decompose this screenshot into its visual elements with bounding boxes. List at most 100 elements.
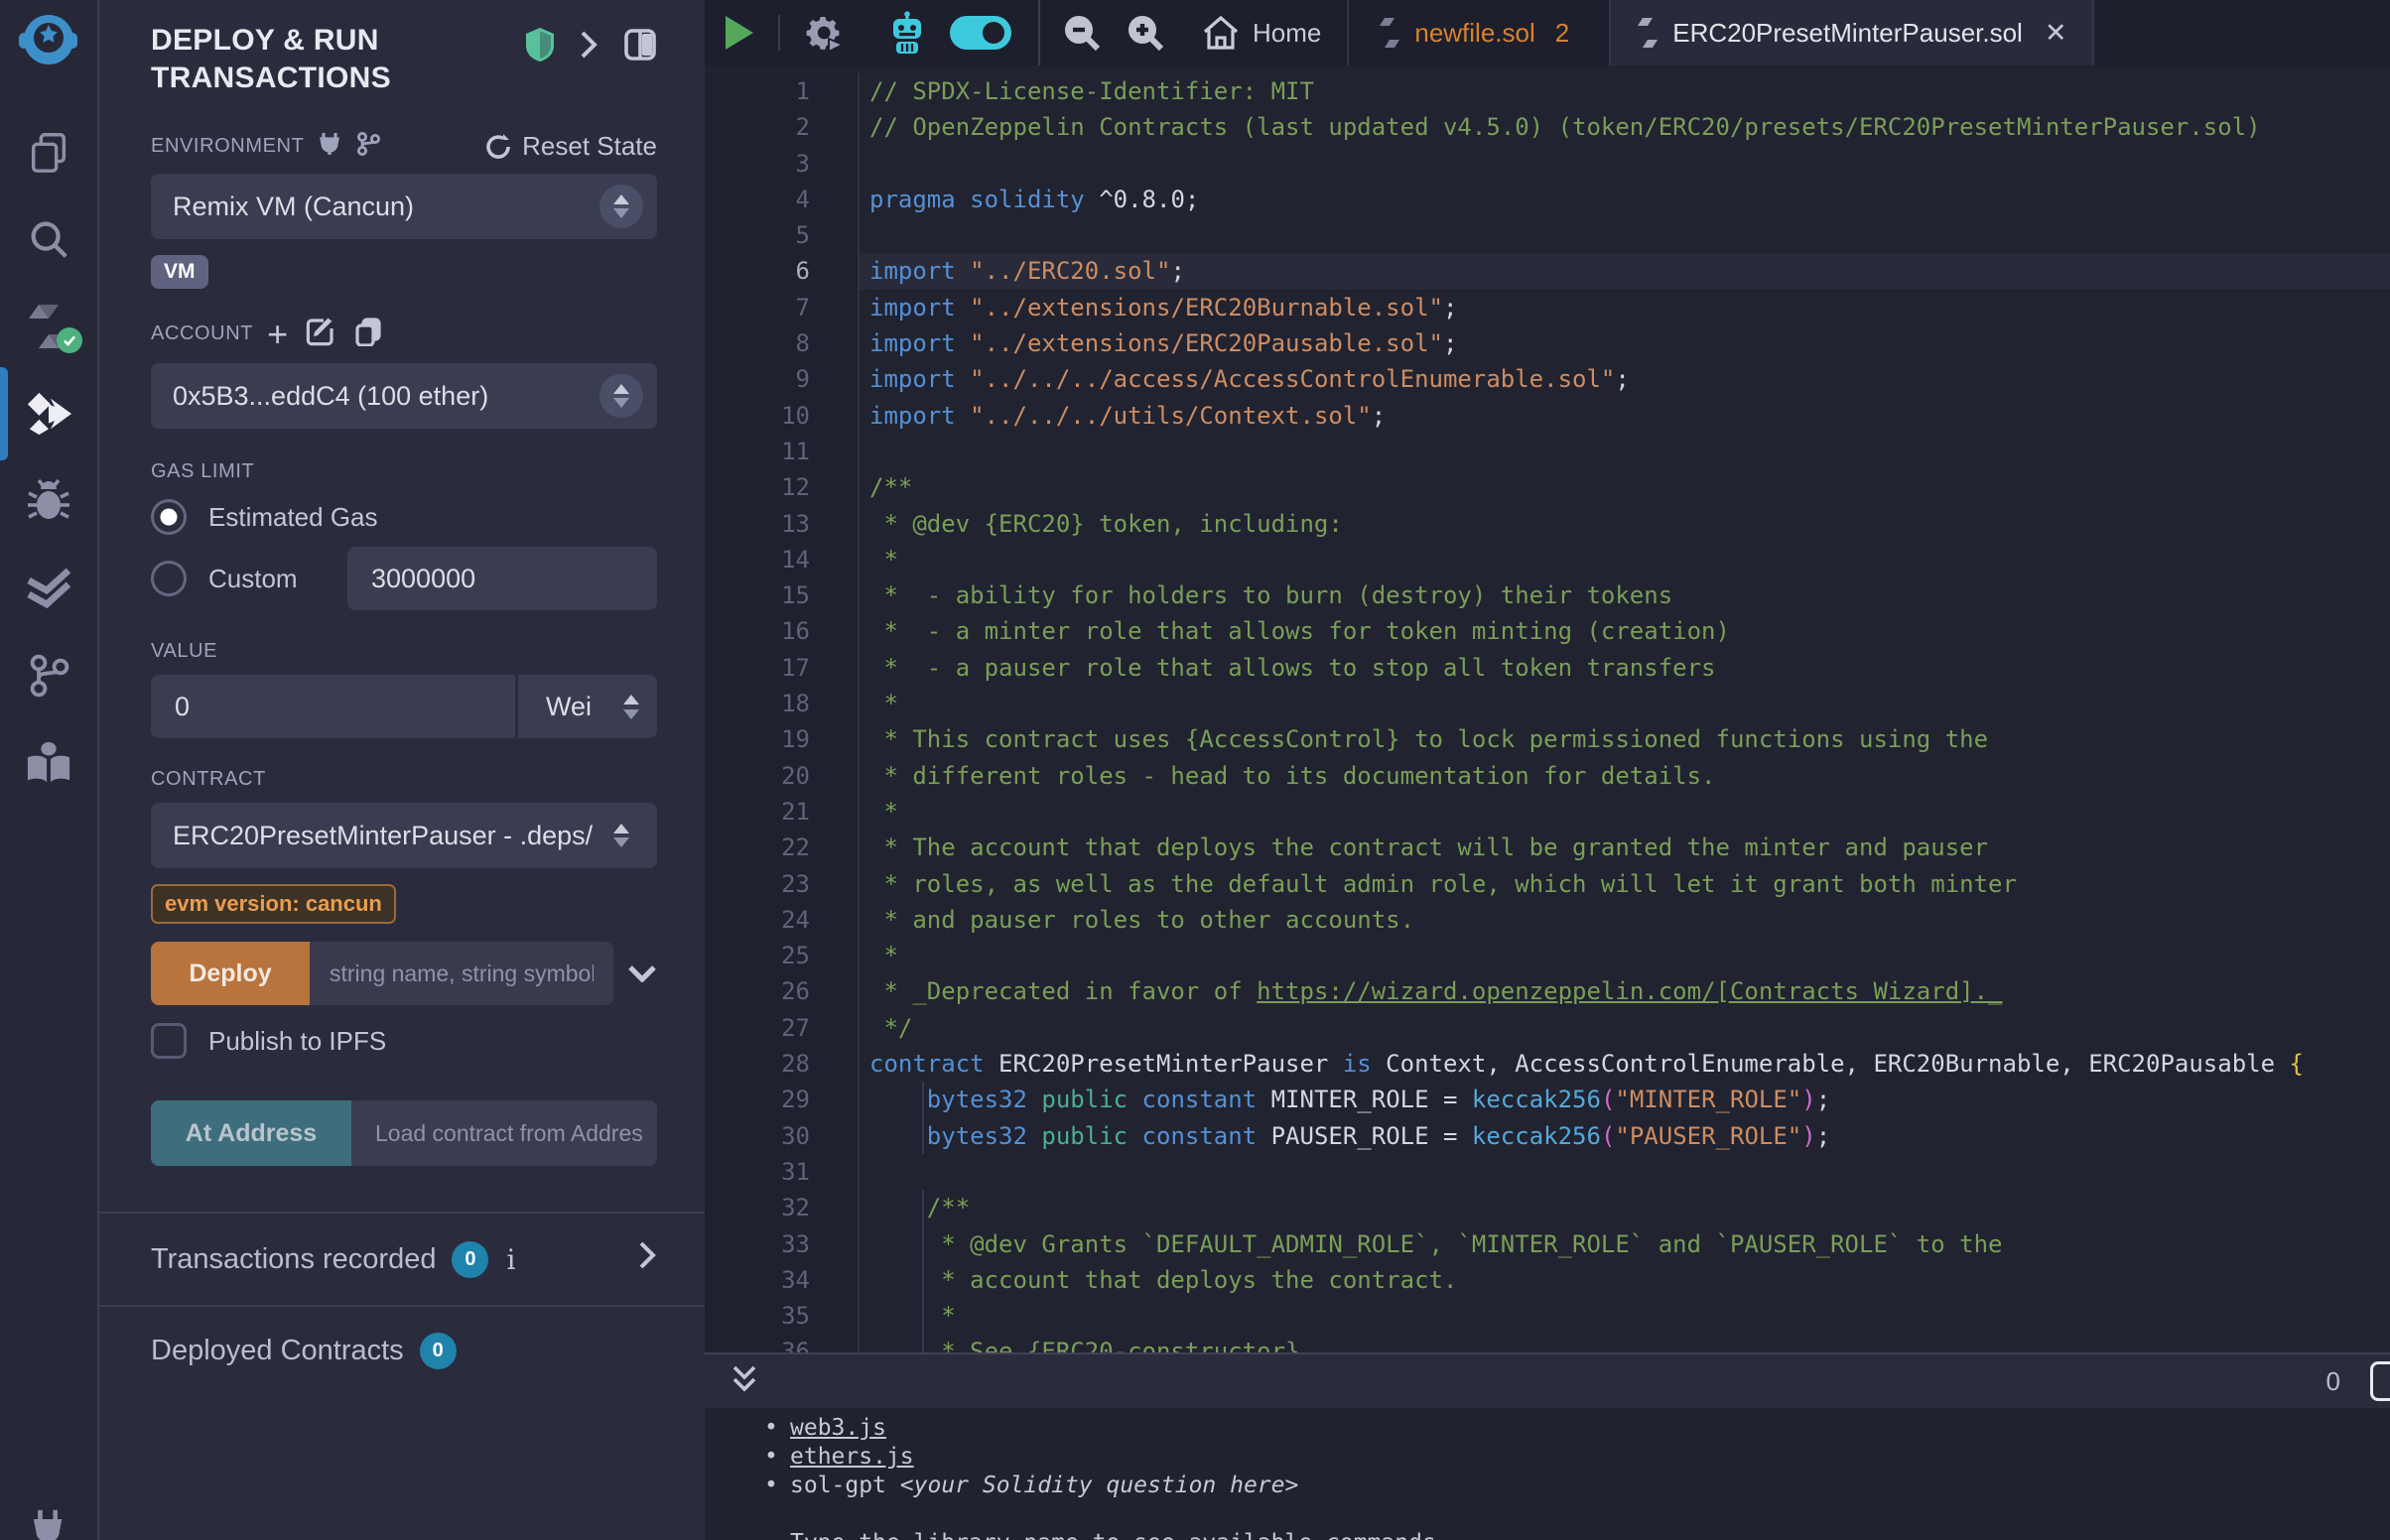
transactions-recorded-label: Transactions recorded <box>151 1243 436 1276</box>
tab-home[interactable]: Home <box>1177 0 1347 65</box>
code-line[interactable]: 1// SPDX-License-Identifier: MIT <box>705 73 2390 109</box>
ai-copilot-button[interactable] <box>862 0 944 65</box>
code-line[interactable]: 17 * - a pauser role that allows to stop… <box>705 650 2390 686</box>
code-line[interactable]: 3 <box>705 146 2390 182</box>
account-select[interactable]: 0x5B3...eddC4 (100 ether) <box>151 363 657 429</box>
estimated-gas-radio[interactable] <box>151 499 187 535</box>
line-number: 31 <box>705 1154 860 1190</box>
custom-gas-input[interactable] <box>347 547 657 610</box>
code-line[interactable]: 4pragma solidity ^0.8.0; <box>705 182 2390 217</box>
deploy-button[interactable]: Deploy <box>151 942 310 1005</box>
code-line[interactable]: 19 * This contract uses {AccessControl} … <box>705 721 2390 757</box>
bug-icon <box>25 477 72 525</box>
code-line[interactable]: 14 * <box>705 542 2390 578</box>
terminal: 0 •web3.js•ethers.js•sol-gpt <your Solid… <box>705 1352 2390 1540</box>
collapse-terminal-icon[interactable] <box>730 1363 758 1400</box>
code-line[interactable]: 27 */ <box>705 1010 2390 1046</box>
code-line[interactable]: 21 * <box>705 794 2390 830</box>
terminal-line <box>764 1500 2390 1529</box>
tab-erc20presetminterpauser[interactable]: ERC20PresetMinterPauser.sol ✕ <box>1609 0 2094 65</box>
code-line[interactable]: 34 * account that deploys the contract. <box>705 1262 2390 1298</box>
code-line[interactable]: 36 * See {ERC20-constructor}. <box>705 1334 2390 1352</box>
code-line[interactable]: 29 bytes32 public constant MINTER_ROLE =… <box>705 1082 2390 1117</box>
code-line[interactable]: 31 <box>705 1154 2390 1190</box>
code-line[interactable]: 2// OpenZeppelin Contracts (last updated… <box>705 109 2390 145</box>
code-line[interactable]: 9import "../../../access/AccessControlEn… <box>705 361 2390 397</box>
code-line[interactable]: 18 * <box>705 686 2390 721</box>
expand-transactions-icon[interactable] <box>637 1239 657 1279</box>
at-address-input[interactable] <box>351 1100 657 1166</box>
line-number: 15 <box>705 578 860 613</box>
code-line[interactable]: 28contract ERC20PresetMinterPauser is Co… <box>705 1046 2390 1082</box>
sidebar-item-learneth[interactable] <box>0 734 98 792</box>
constructor-args-input[interactable] <box>310 942 613 1005</box>
publish-ipfs-checkbox[interactable] <box>151 1023 187 1059</box>
terminal-search-input[interactable] <box>2370 1361 2390 1401</box>
terminal-line: •ethers.js <box>764 1443 2390 1472</box>
zoom-in-button[interactable] <box>1114 0 1177 65</box>
value-input[interactable] <box>151 675 515 738</box>
line-number: 36 <box>705 1334 860 1352</box>
script-config-button[interactable] <box>786 0 862 65</box>
expand-constructor-icon[interactable] <box>627 964 657 982</box>
custom-gas-label: Custom <box>208 564 298 594</box>
code-line[interactable]: 32 /** <box>705 1190 2390 1225</box>
sidebar-item-debugger[interactable] <box>0 472 98 530</box>
run-script-button[interactable] <box>705 0 772 65</box>
sign-message-icon[interactable] <box>306 317 335 351</box>
terminal-output[interactable]: •web3.js•ethers.js•sol-gpt <your Solidit… <box>705 1408 2390 1540</box>
add-account-icon[interactable]: + <box>267 321 288 347</box>
close-tab-icon[interactable]: ✕ <box>2045 18 2067 49</box>
custom-gas-radio[interactable] <box>151 561 187 596</box>
fork-state-icon[interactable] <box>355 131 381 162</box>
zoom-out-button[interactable] <box>1050 0 1114 65</box>
contract-select[interactable]: ERC20PresetMinterPauser - .deps/ <box>151 803 657 868</box>
code-editor[interactable]: 1// SPDX-License-Identifier: MIT2// Open… <box>705 65 2390 1352</box>
line-number: 13 <box>705 506 860 542</box>
environment-select[interactable]: Remix VM (Cancun) <box>151 174 657 239</box>
code-line[interactable]: 6import "../ERC20.sol"; <box>705 253 2390 289</box>
code-line[interactable]: 16 * - a minter role that allows for tok… <box>705 613 2390 649</box>
indent-guide <box>922 1298 924 1334</box>
value-unit-select[interactable]: Wei <box>518 675 657 738</box>
code-line[interactable]: 30 bytes32 public constant PAUSER_ROLE =… <box>705 1118 2390 1154</box>
terminal-link[interactable]: ethers.js <box>790 1444 914 1470</box>
plug-connect-icon[interactable] <box>318 131 341 162</box>
code-line[interactable]: 10import "../../../utils/Context.sol"; <box>705 398 2390 434</box>
at-address-button[interactable]: At Address <box>151 1100 351 1166</box>
code-line[interactable]: 23 * roles, as well as the default admin… <box>705 866 2390 902</box>
code-line[interactable]: 5 <box>705 217 2390 253</box>
code-line[interactable]: 26 * _Deprecated in favor of https://wiz… <box>705 973 2390 1009</box>
code-line[interactable]: 25 * <box>705 938 2390 973</box>
expand-chevron-icon[interactable] <box>580 30 598 64</box>
code-line[interactable]: 12/** <box>705 469 2390 505</box>
sidebar-item-file-explorer[interactable] <box>0 123 98 181</box>
code-line[interactable]: 33 * @dev Grants `DEFAULT_ADMIN_ROLE`, `… <box>705 1226 2390 1262</box>
code-line[interactable]: 11 <box>705 434 2390 469</box>
copy-address-icon[interactable] <box>353 317 383 351</box>
code-line[interactable]: 35 * <box>705 1298 2390 1334</box>
deployed-contracts-row[interactable]: Deployed Contracts 0 <box>151 1307 657 1395</box>
transactions-recorded-row[interactable]: Transactions recorded 0 i <box>151 1214 657 1305</box>
tab-newfile[interactable]: newfile.sol 2 <box>1347 0 1609 65</box>
code-line[interactable]: 22 * The account that deploys the contra… <box>705 830 2390 865</box>
sidebar-item-deploy-run[interactable] <box>0 385 98 443</box>
info-icon[interactable]: i <box>506 1243 515 1276</box>
code-line[interactable]: 8import "../extensions/ERC20Pausable.sol… <box>705 325 2390 361</box>
code-line[interactable]: 24 * and pauser roles to other accounts. <box>705 902 2390 938</box>
pin-panel-icon[interactable] <box>623 28 657 66</box>
code-line[interactable]: 15 * - ability for holders to burn (dest… <box>705 578 2390 613</box>
reset-state-button[interactable]: Reset State <box>484 131 657 162</box>
sidebar-item-search[interactable] <box>0 210 98 268</box>
sidebar-item-solidity-compiler[interactable] <box>0 298 98 355</box>
code-line[interactable]: 20 * different roles - head to its docum… <box>705 758 2390 794</box>
sidebar-item-unit-testing[interactable] <box>0 560 98 617</box>
shield-icon <box>526 28 554 66</box>
remix-logo[interactable] <box>13 8 84 83</box>
terminal-link[interactable]: web3.js <box>790 1415 886 1441</box>
code-line[interactable]: 7import "../extensions/ERC20Burnable.sol… <box>705 290 2390 325</box>
sidebar-item-plugin-partial[interactable] <box>0 1498 99 1540</box>
copilot-toggle[interactable] <box>944 0 1028 65</box>
code-line[interactable]: 13 * @dev {ERC20} token, including: <box>705 506 2390 542</box>
sidebar-item-git[interactable] <box>0 647 98 705</box>
